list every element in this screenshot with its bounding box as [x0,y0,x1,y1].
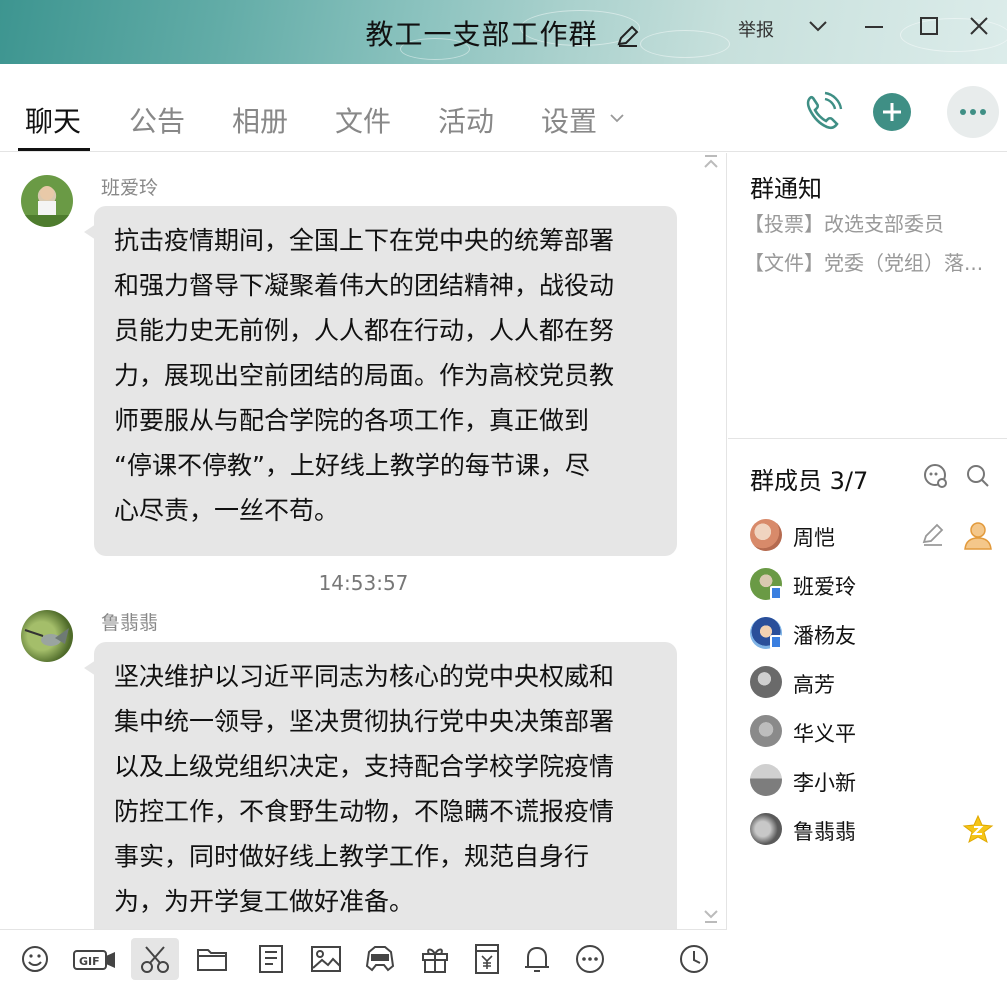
sender-name: 鲁翡翡 [101,612,159,634]
member-name: 鲁翡翡 [793,820,856,844]
close-icon[interactable] [967,14,991,43]
mobile-online-icon [770,586,782,600]
message-line: 集中统一领导，坚决贯彻执行党中央决策部署 [114,707,615,736]
tab-chat[interactable]: 聊天 [25,100,81,140]
member-name: 华义平 [793,722,856,746]
bell-icon[interactable] [520,942,554,976]
message-line: “停课不停教”，上好线上教学的每节课，尽 [114,451,590,480]
message-line: 事实，同时做好线上教学工作，规范自身行 [114,842,590,871]
more-button[interactable] [947,86,999,138]
notice-item[interactable]: 【文件】党委（党组）落... [744,247,983,276]
search-icon[interactable] [964,462,992,494]
message-line: 以及上级党组织决定，支持配合学校学院疫情 [114,752,615,781]
window-title: 教工一支部工作群 [365,18,598,51]
member-row[interactable]: 鲁翡翡 [750,813,1007,847]
gamepad-icon[interactable] [363,942,397,976]
member-name: 潘杨友 [793,624,856,648]
red-packet-icon[interactable] [470,942,504,976]
gift-icon[interactable] [418,942,452,976]
member-name: 班爱玲 [793,575,856,599]
gif-icon[interactable]: GIF [72,942,118,976]
group-notice-panel: 群通知 【投票】改选支部委员 【文件】党委（党组）落... [728,153,1007,439]
members-title: 群成员 3/7 [750,467,869,495]
chat-area[interactable]: 班爱玲 抗击疫情期间，全国上下在党中央的统筹部署 和强力督导下凝聚着伟大的团结精… [0,153,727,929]
tab-bar: 聊天 公告 相册 文件 活动 设置 [0,64,1007,152]
avatar [750,813,782,845]
member-row[interactable]: 李小新 [750,764,1007,798]
image-icon[interactable] [309,942,343,976]
tab-activity[interactable]: 活动 [438,100,494,140]
member-row[interactable]: 潘杨友 [750,617,1007,651]
window-title-wrap: 教工一支部工作群 [0,13,1007,53]
folder-icon[interactable] [195,942,229,976]
group-owner-star-icon [962,813,994,849]
message-timestamp: 14:53:57 [318,571,409,595]
scroll-down-icon[interactable] [702,907,720,929]
message-bubble[interactable]: 抗击疫情期间，全国上下在党中央的统筹部署 和强力督导下凝聚着伟大的团结精神，战役… [84,206,677,556]
active-tab-indicator [18,148,90,151]
member-row[interactable]: 周恺 [750,519,1007,553]
emoji-icon[interactable] [18,942,52,976]
edit-title-icon[interactable] [615,23,641,49]
voice-call-button[interactable] [796,86,848,138]
avatar[interactable] [21,175,73,227]
svg-text:GIF: GIF [79,955,100,968]
message-line: 抗击疫情期间，全国上下在党中央的统筹部署 [114,226,615,255]
add-button[interactable] [873,93,911,131]
member-row[interactable]: 华义平 [750,715,1007,749]
member-row[interactable]: 高芳 [750,666,1007,700]
minimize-icon[interactable] [862,14,886,43]
message-line: 师要服从与配合学院的各项工作，真正做到 [114,406,590,435]
scroll-up-icon[interactable] [702,153,720,176]
input-toolbar: GIF [0,929,727,986]
avatar [750,764,782,796]
user-admin-icon [962,519,994,555]
message-line: 心尽责，一丝不苟。 [114,496,340,525]
mobile-online-icon [770,635,782,649]
member-name: 高芳 [793,673,835,697]
message-bubble[interactable]: 坚决维护以习近平同志为核心的党中央权威和 集中统一领导，坚决贯彻执行党中央决策部… [84,642,677,929]
message-line: 力，展现出空前团结的局面。作为高校党员教 [114,361,615,390]
group-settings-icon[interactable] [922,462,950,494]
message-line: 和强力督导下凝聚着伟大的团结精神，战役动 [114,271,615,300]
message-line: 坚决维护以习近平同志为核心的党中央权威和 [114,662,615,691]
member-name: 周恺 [793,526,835,550]
message-line: 为，为开学复工做好准备。 [114,887,415,916]
tab-files[interactable]: 文件 [335,100,391,140]
gallery-icon[interactable] [254,942,288,976]
app-window: 教工一支部工作群 举报 聊天 公告 相册 文件 活动 设置 班爱玲 抗击疫情期间… [0,0,1007,986]
title-bar: 教工一支部工作群 举报 [0,0,1007,64]
notice-title: 群通知 [750,175,822,203]
more-icon[interactable] [573,942,607,976]
message-line: 防控工作，不食野生动物，不隐瞒不谎报疫情 [114,797,615,826]
sender-name: 班爱玲 [101,177,159,199]
avatar [750,666,782,698]
tab-announcement[interactable]: 公告 [129,100,185,140]
dropdown-chevron-icon[interactable] [806,14,830,43]
avatar [750,519,782,551]
member-name: 李小新 [793,771,856,795]
scissors-icon[interactable] [131,938,179,980]
message-line: 员能力史无前例，人人都在行动，人人都在努 [114,316,615,345]
tab-album[interactable]: 相册 [232,100,288,140]
member-row[interactable]: 班爱玲 [750,568,1007,602]
right-sidebar: 群通知 【投票】改选支部委员 【文件】党委（党组）落... 群成员 3/7 周恺… [728,153,1007,986]
report-button[interactable]: 举报 [738,16,774,42]
notice-item[interactable]: 【投票】改选支部委员 [744,208,944,237]
edit-icon[interactable] [920,521,946,551]
avatar[interactable] [21,610,73,662]
settings-chevron-icon[interactable] [607,108,627,132]
tab-settings[interactable]: 设置 [541,100,597,140]
avatar [750,715,782,747]
maximize-icon[interactable] [917,14,941,43]
history-icon[interactable] [677,942,711,976]
